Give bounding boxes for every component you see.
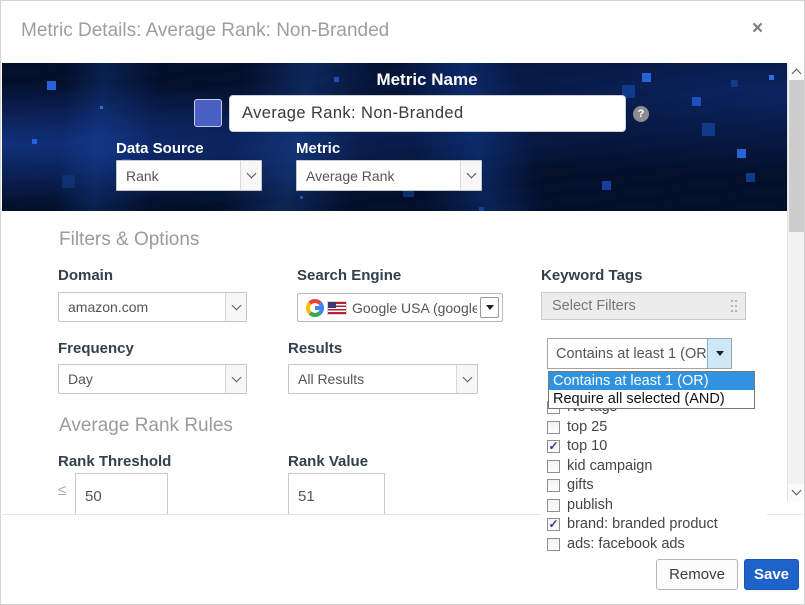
data-source-select[interactable]: Rank xyxy=(116,160,262,191)
data-source-value: Rank xyxy=(117,168,159,184)
domain-label: Domain xyxy=(58,267,113,284)
rank-value-label: Rank Value xyxy=(288,453,368,470)
search-engine-value: Google USA (google.com xyxy=(352,300,477,316)
banner-pixel-decor-icon xyxy=(702,123,715,136)
tag-label: publish xyxy=(567,497,613,513)
checkbox-icon[interactable] xyxy=(547,421,560,434)
chevron-down-icon xyxy=(460,161,481,190)
domain-value: amazon.com xyxy=(59,299,148,315)
tag-row[interactable]: ✓ top 10 xyxy=(547,438,607,454)
keyword-tags-placeholder: Select Filters xyxy=(542,298,731,314)
modal-title: Metric Details: Average Rank: Non-Brande… xyxy=(21,20,389,42)
banner-pixel-decor-icon xyxy=(47,81,56,90)
metric-value: Average Rank xyxy=(297,168,394,184)
close-icon[interactable]: × xyxy=(752,19,763,38)
checkbox-icon[interactable] xyxy=(547,460,560,473)
chevron-down-icon xyxy=(456,365,477,393)
rank-rules-row: Rank Threshold ≤ Rank Value xyxy=(1,446,541,514)
banner-background: Metric Name ? Data Source Rank Metric Av… xyxy=(2,63,787,211)
search-engine-label: Search Engine xyxy=(297,267,401,284)
scrollbar-thumb[interactable] xyxy=(789,80,804,232)
tag-label: top 25 xyxy=(567,419,607,435)
tag-match-option-or[interactable]: Contains at least 1 (OR) xyxy=(549,372,754,390)
frequency-label: Frequency xyxy=(58,340,134,357)
rank-threshold-label: Rank Threshold xyxy=(58,453,171,470)
checkbox-icon[interactable]: ✓ xyxy=(547,518,560,531)
checkbox-icon[interactable]: ✓ xyxy=(547,440,560,453)
google-logo-icon xyxy=(306,299,324,317)
checkbox-icon[interactable] xyxy=(547,479,560,492)
dropdown-arrow-icon[interactable] xyxy=(480,297,499,318)
checkbox-icon[interactable] xyxy=(547,538,560,551)
tag-row[interactable]: kid campaign xyxy=(547,458,652,474)
tag-match-option-and[interactable]: Require all selected (AND) xyxy=(549,390,754,408)
tag-row[interactable]: ✓ brand: branded product xyxy=(547,516,718,532)
average-rank-rules-heading: Average Rank Rules xyxy=(59,415,233,437)
grip-icon xyxy=(731,300,733,302)
tag-label: brand: branded product xyxy=(567,516,718,532)
rank-value-input[interactable] xyxy=(288,473,385,514)
metric-details-modal: Metric Details: Average Rank: Non-Brande… xyxy=(0,0,805,605)
tag-label: kid campaign xyxy=(567,458,652,474)
keyword-tags-label: Keyword Tags xyxy=(541,267,642,284)
tag-row[interactable]: publish xyxy=(547,497,613,513)
frequency-select[interactable]: Day xyxy=(58,364,247,394)
scroll-down-icon[interactable] xyxy=(788,484,805,501)
search-engine-select[interactable]: Google USA (google.com xyxy=(297,293,503,322)
tag-match-option-list: Contains at least 1 (OR) Require all sel… xyxy=(548,371,755,409)
tag-match-value: Contains at least 1 (OR xyxy=(548,346,707,362)
metric-name-input[interactable] xyxy=(229,95,626,132)
tag-label: ads: facebook ads xyxy=(567,536,685,552)
checkbox-icon[interactable] xyxy=(547,499,560,512)
save-button[interactable]: Save xyxy=(744,559,799,590)
tag-label: gifts xyxy=(567,477,594,493)
tag-match-select[interactable]: Contains at least 1 (OR xyxy=(547,338,732,369)
results-value: All Results xyxy=(289,371,364,387)
results-select[interactable]: All Results xyxy=(288,364,478,394)
chevron-down-icon xyxy=(240,161,261,190)
help-icon[interactable]: ? xyxy=(633,106,649,122)
tag-row[interactable]: top 25 xyxy=(547,419,607,435)
chevron-down-icon xyxy=(225,293,246,321)
results-label: Results xyxy=(288,340,342,357)
metric-color-swatch[interactable] xyxy=(194,99,222,127)
tag-row[interactable]: gifts xyxy=(547,477,594,493)
metric-select[interactable]: Average Rank xyxy=(296,160,482,191)
data-source-label: Data Source xyxy=(116,140,204,157)
frequency-value: Day xyxy=(59,371,93,387)
vertical-scrollbar[interactable] xyxy=(787,63,805,501)
metric-label: Metric xyxy=(296,140,340,157)
tag-label: top 10 xyxy=(567,438,607,454)
domain-select[interactable]: amazon.com xyxy=(58,292,247,322)
remove-button[interactable]: Remove xyxy=(656,559,738,590)
metric-name-heading: Metric Name xyxy=(229,70,625,90)
scroll-up-icon[interactable] xyxy=(788,63,805,80)
tag-row[interactable]: ads: facebook ads xyxy=(547,536,685,552)
dropdown-arrow-icon[interactable] xyxy=(707,339,731,368)
less-equal-icon: ≤ xyxy=(58,482,66,499)
rank-threshold-input[interactable] xyxy=(75,473,168,514)
us-flag-icon xyxy=(328,302,346,314)
chevron-down-icon xyxy=(225,365,246,393)
filters-options-heading: Filters & Options xyxy=(59,229,199,251)
keyword-tags-filter-input[interactable]: Select Filters xyxy=(541,292,746,320)
keyword-tag-list: No tags top 25 ✓ top 10 kid campaign gif… xyxy=(541,395,767,554)
